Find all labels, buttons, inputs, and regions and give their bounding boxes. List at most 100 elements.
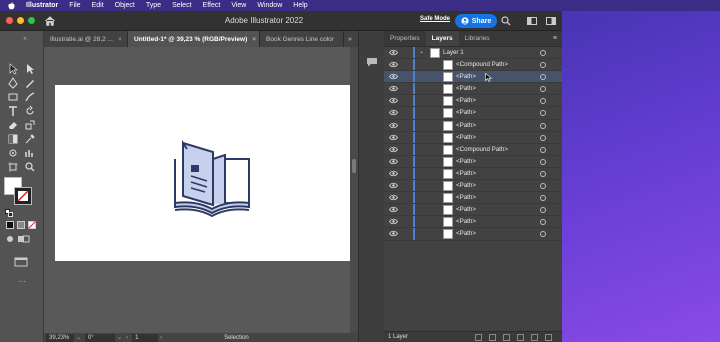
menu-file[interactable]: File [69, 2, 80, 9]
item-label[interactable]: <Path> [456, 218, 476, 225]
pen-tool-icon[interactable] [7, 77, 19, 89]
workspace-switcher-icon[interactable] [546, 16, 556, 26]
item-label[interactable]: <Path> [456, 206, 476, 213]
layer-row[interactable]: ⌄ Layer 1 [384, 47, 562, 60]
symbol-sprayer-tool-icon[interactable] [7, 147, 19, 159]
clipping-mask-icon[interactable] [503, 334, 510, 341]
tab-libraries[interactable]: Libraries [459, 31, 496, 46]
layer-item-row[interactable]: <Path> [384, 155, 562, 168]
target-circle-icon[interactable] [540, 98, 546, 105]
color-mode-icon[interactable] [6, 221, 14, 229]
item-label[interactable]: <Path> [456, 109, 476, 116]
draw-normal-icon[interactable] [6, 235, 14, 243]
item-label[interactable]: <Path> [456, 182, 476, 189]
gradient-mode-icon[interactable] [17, 221, 25, 229]
delete-icon[interactable] [545, 334, 552, 341]
menu-object[interactable]: Object [115, 2, 135, 9]
zoom-tool-icon[interactable] [24, 161, 36, 173]
next-artboard-icon[interactable]: › [160, 335, 162, 341]
visibility-eye-icon[interactable] [389, 194, 398, 201]
layer-name[interactable]: Layer 1 [443, 49, 464, 56]
target-circle-icon[interactable] [540, 74, 546, 81]
zoom-field[interactable]: 39,23% [46, 333, 74, 342]
target-circle-icon[interactable] [540, 122, 546, 129]
canvas-area[interactable] [44, 47, 351, 333]
layer-item-row[interactable]: <Path> [384, 167, 562, 181]
target-circle-icon[interactable] [540, 86, 546, 93]
draw-behind-icon[interactable] [17, 235, 31, 243]
layer-item-row[interactable]: <Path> [384, 119, 562, 132]
none-mode-icon[interactable] [28, 221, 36, 229]
item-label[interactable]: <Path> [456, 170, 476, 177]
vertical-scrollbar[interactable] [350, 47, 358, 333]
stroke-swatch[interactable] [14, 187, 32, 205]
layer-item-row[interactable]: <Path> [384, 95, 562, 108]
visibility-eye-icon[interactable] [389, 218, 398, 225]
arrange-documents-icon[interactable] [527, 16, 537, 26]
scrollbar-thumb[interactable] [352, 159, 356, 173]
visibility-eye-icon[interactable] [389, 146, 398, 153]
visibility-eye-icon[interactable] [389, 158, 398, 165]
tab-untitled-1[interactable]: Untitled-1* @ 39,23 % (RGB/Preview) × [128, 31, 260, 47]
screen-mode-icon[interactable] [14, 257, 28, 267]
expand-chevron-icon[interactable]: ⌄ [419, 48, 424, 55]
tabs-overflow-button[interactable]: » [344, 31, 356, 47]
visibility-eye-icon[interactable] [389, 49, 398, 56]
eraser-tool-icon[interactable] [7, 119, 19, 131]
collapse-toolbar-icon[interactable]: « [19, 33, 31, 45]
menu-edit[interactable]: Edit [92, 2, 104, 9]
target-circle-icon[interactable] [540, 62, 546, 69]
zoom-dropdown-icon[interactable]: ⌄ [76, 334, 81, 341]
target-circle-icon[interactable] [540, 170, 546, 177]
item-label[interactable]: <Path> [456, 230, 476, 237]
locate-object-icon[interactable] [489, 334, 496, 341]
visibility-eye-icon[interactable] [389, 206, 398, 213]
new-sublayer-icon[interactable] [517, 334, 524, 341]
tab-layers[interactable]: Layers [425, 31, 459, 46]
target-circle-icon[interactable] [540, 110, 546, 117]
layer-item-row[interactable]: <Path> [384, 192, 562, 205]
search-icon[interactable] [501, 16, 511, 26]
pencil-tool-icon[interactable] [24, 77, 36, 89]
artboard-number-field[interactable]: 1 [132, 333, 159, 342]
comments-icon[interactable] [366, 57, 378, 67]
direct-selection-tool-icon[interactable] [24, 63, 36, 75]
item-label[interactable]: <Compound Path> [456, 61, 508, 68]
close-tab-icon[interactable]: × [118, 36, 122, 43]
layer-item-row[interactable]: <Path> [384, 83, 562, 96]
target-circle-icon[interactable] [540, 146, 546, 153]
layer-item-row[interactable]: <Path> [384, 131, 562, 144]
default-colors-icon[interactable] [5, 209, 13, 217]
safe-mode-link[interactable]: Safe Mode [420, 16, 450, 22]
target-circle-icon[interactable] [540, 219, 546, 226]
visibility-eye-icon[interactable] [389, 61, 398, 68]
edit-toolbar-icon[interactable]: ··· [16, 275, 28, 287]
scale-tool-icon[interactable] [24, 119, 36, 131]
item-label[interactable]: <Path> [456, 85, 476, 92]
export-icon[interactable] [475, 334, 482, 341]
target-circle-icon[interactable] [540, 195, 546, 202]
type-tool-icon[interactable] [7, 105, 19, 117]
brush-tool-icon[interactable] [24, 91, 36, 103]
target-circle-icon[interactable] [540, 231, 546, 238]
layer-item-row[interactable]: <Path> [384, 216, 562, 229]
close-tab-icon[interactable]: × [252, 36, 256, 43]
rotate-tool-icon[interactable] [24, 105, 36, 117]
status-mode[interactable]: Selection [224, 335, 249, 341]
layer-item-row[interactable]: <Path> [384, 228, 562, 241]
menu-type[interactable]: Type [146, 2, 161, 9]
visibility-eye-icon[interactable] [389, 182, 398, 189]
target-circle-icon[interactable] [540, 207, 546, 214]
visibility-eye-icon[interactable] [389, 134, 398, 141]
tab-illustratie[interactable]: Illustratie.ai @ 28,2 ... × [44, 31, 128, 47]
new-layer-icon[interactable] [531, 334, 538, 341]
menu-effect[interactable]: Effect [203, 2, 221, 9]
book-illustration[interactable] [55, 85, 351, 261]
artboard[interactable] [55, 85, 351, 261]
item-label[interactable]: <Path> [456, 194, 476, 201]
target-circle-icon[interactable] [540, 50, 546, 56]
menu-select[interactable]: Select [172, 2, 191, 9]
rotation-dropdown-icon[interactable]: ⌄ [117, 334, 122, 341]
item-label[interactable]: <Path> [456, 158, 476, 165]
graph-tool-icon[interactable] [24, 147, 36, 159]
